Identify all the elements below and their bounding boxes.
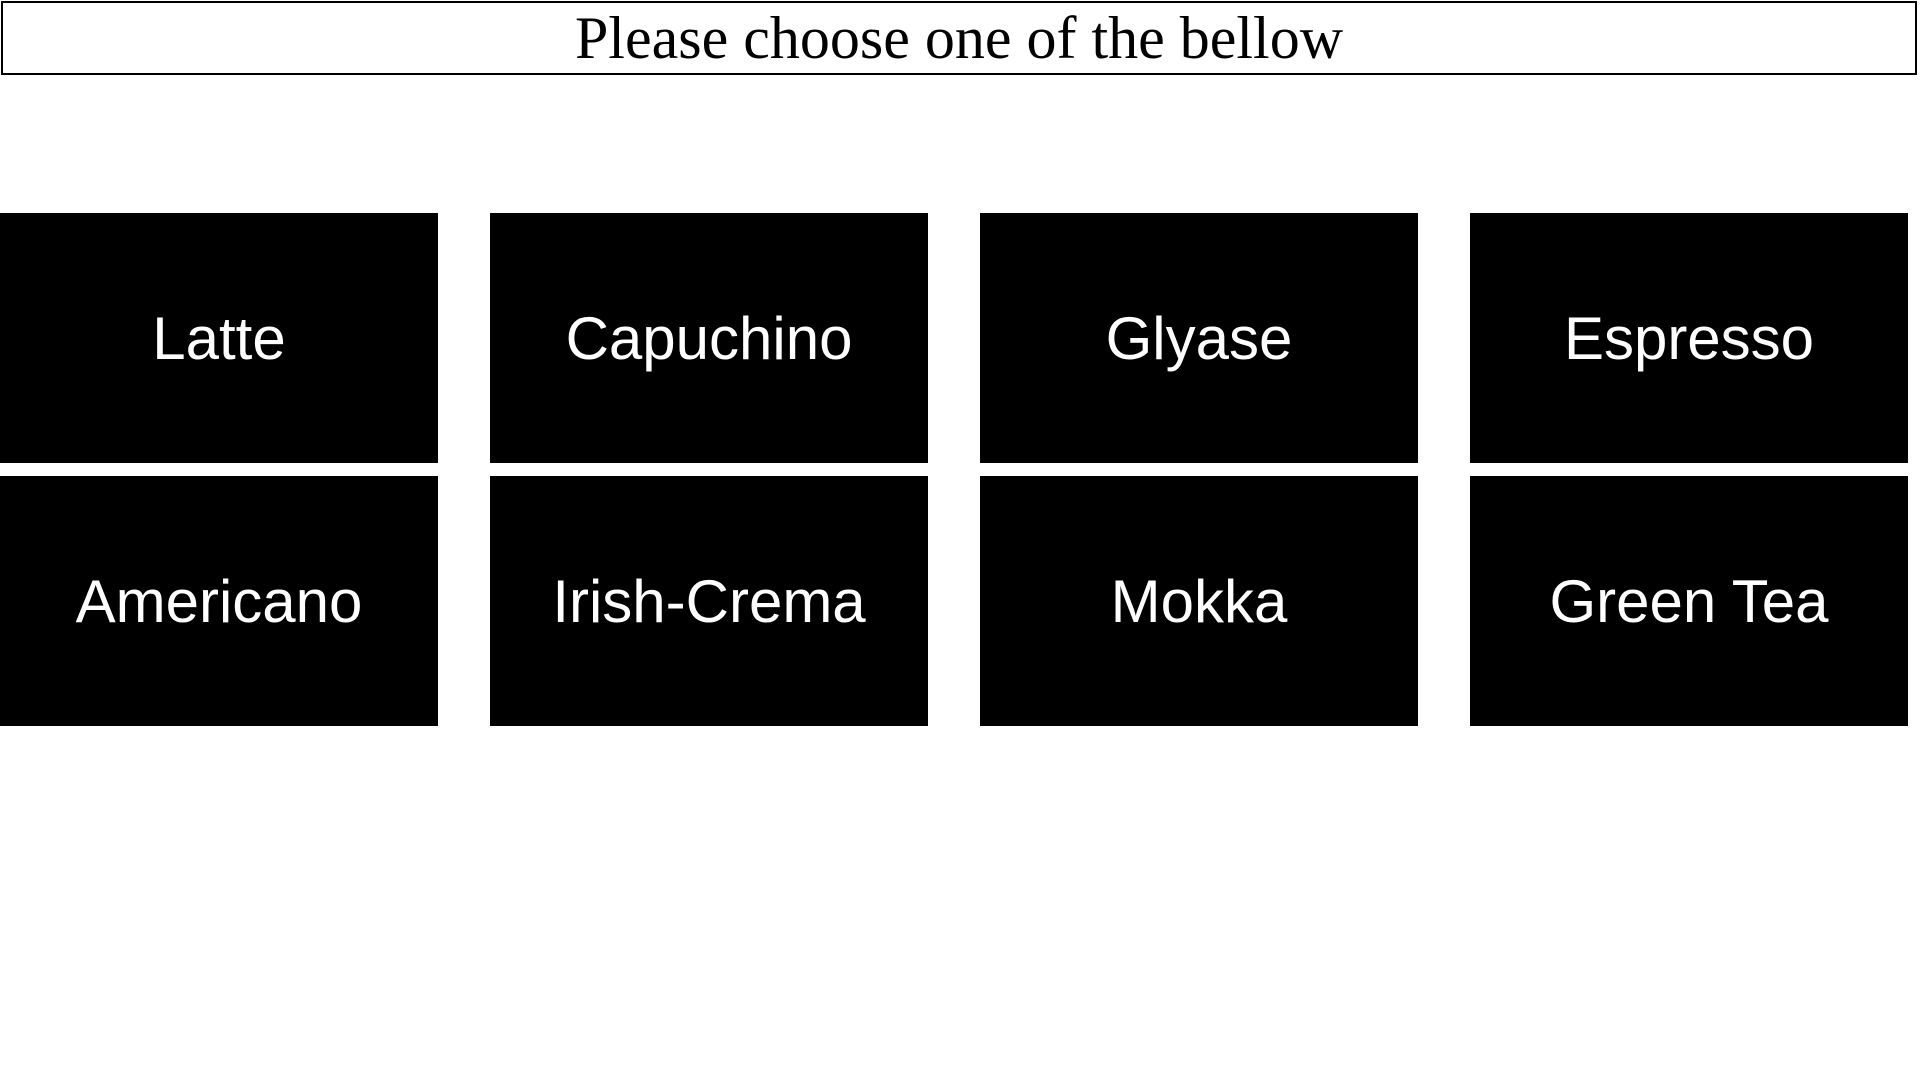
drink-button-green-tea[interactable]: Green Tea [1470,476,1908,726]
drink-button-espresso[interactable]: Espresso [1470,213,1908,463]
drink-button-mokka[interactable]: Mokka [980,476,1418,726]
drink-button-irish-crema[interactable]: Irish-Crema [490,476,928,726]
page-title: Please choose one of the bellow [1,1,1917,75]
drink-button-americano[interactable]: Americano [0,476,438,726]
drink-button-latte[interactable]: Latte [0,213,438,463]
drink-button-glyase[interactable]: Glyase [980,213,1418,463]
drink-button-capuchino[interactable]: Capuchino [490,213,928,463]
